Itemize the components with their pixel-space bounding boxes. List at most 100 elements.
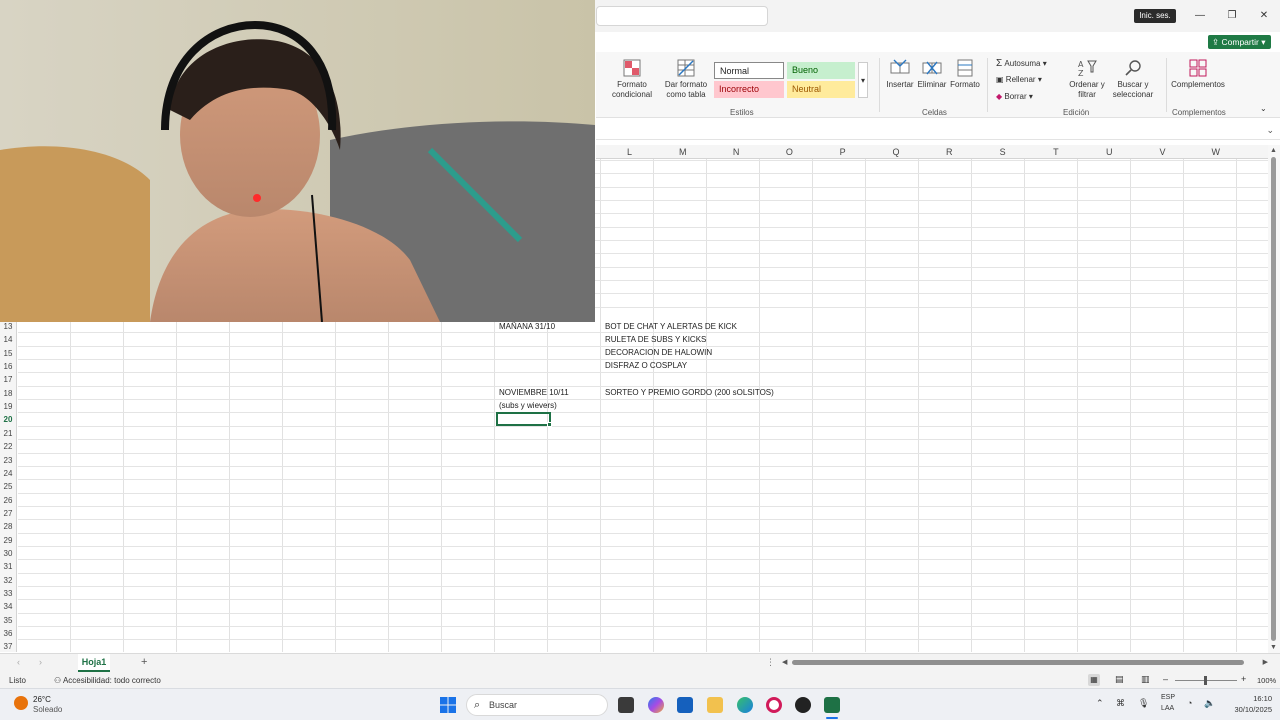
vertical-scroll-thumb[interactable]	[1271, 157, 1276, 641]
column-header-p[interactable]: P	[816, 145, 869, 159]
style-good[interactable]: Bueno	[787, 62, 855, 79]
network-icon[interactable]: ⌘	[1116, 698, 1125, 709]
row-header-28[interactable]: 28	[0, 520, 16, 533]
tab-split-handle[interactable]: ⋮	[766, 657, 775, 668]
cell-roulette[interactable]: RULETA DE SUBS Y KICKS	[605, 334, 706, 345]
sheet-tab-hoja1[interactable]: Hoja1	[78, 654, 110, 672]
row-header-33[interactable]: 33	[0, 587, 16, 600]
fill-button[interactable]: ▣ Rellenar ▾	[996, 75, 1042, 84]
page-break-view-icon[interactable]: ▥	[1141, 674, 1150, 685]
cell-date-noviembre-10[interactable]: NOVIEMBRE 10/11	[499, 387, 569, 398]
close-button[interactable]: ✕	[1252, 6, 1276, 26]
weather-desc[interactable]: Soleado	[33, 705, 62, 714]
maximize-button[interactable]: ❐	[1220, 6, 1244, 26]
task-view-icon[interactable]	[618, 697, 634, 713]
sort-filter-button[interactable]: A Z Ordenar y filtrar	[1068, 58, 1106, 100]
sheet-prev-icon[interactable]: ‹	[17, 657, 20, 667]
conditional-format-button[interactable]: Formato condicional	[606, 58, 658, 100]
autosum-button[interactable]: Σ Autosuma ▾	[996, 58, 1047, 69]
formula-bar[interactable]: ⌄	[596, 124, 1280, 140]
row-header-15[interactable]: 15	[0, 347, 16, 360]
row-header-25[interactable]: 25	[0, 480, 16, 493]
row-header-16[interactable]: 16	[0, 360, 16, 373]
weather-temp[interactable]: 26°C	[33, 695, 51, 704]
obs-icon[interactable]	[795, 697, 811, 713]
ribbon-collapse-button[interactable]: ⌄	[1260, 104, 1267, 113]
row-header-24[interactable]: 24	[0, 467, 16, 480]
microphone-icon[interactable]: 🎙	[1138, 698, 1149, 709]
cell-raffle[interactable]: SORTEO Y PREMIO GORDO (200 sOLSITOS)	[605, 387, 774, 398]
column-header-m[interactable]: M	[656, 145, 709, 159]
language-primary[interactable]: ESP	[1161, 694, 1175, 701]
clock-date[interactable]: 30/10/2025	[1234, 705, 1272, 714]
row-header-37[interactable]: 37	[0, 640, 16, 653]
row-header-35[interactable]: 35	[0, 614, 16, 627]
row-header-30[interactable]: 30	[0, 547, 16, 560]
volume-icon[interactable]: 🔈	[1204, 698, 1215, 709]
add-sheet-button[interactable]: +	[141, 656, 147, 668]
cell-costume[interactable]: DISFRAZ O COSPLAY	[605, 360, 687, 371]
cell-subs-viewers[interactable]: (subs y wievers)	[499, 400, 557, 411]
cell-decoration[interactable]: DECORACION DE HALOWIN	[605, 347, 712, 358]
chevron-down-icon[interactable]: ⌄	[1266, 125, 1274, 136]
column-header-r[interactable]: R	[923, 145, 976, 159]
row-header-23[interactable]: 23	[0, 454, 16, 467]
minimize-button[interactable]: —	[1188, 6, 1212, 26]
insert-cells-button[interactable]: Insertar	[884, 58, 916, 90]
clear-button[interactable]: ◆ Borrar ▾	[996, 92, 1033, 101]
scroll-right-icon[interactable]: ▶	[1263, 658, 1268, 666]
language-secondary[interactable]: LAA	[1161, 705, 1174, 712]
styles-gallery-expand[interactable]: ▾	[858, 62, 868, 98]
windows-start-icon[interactable]	[440, 697, 456, 713]
column-header-l[interactable]: L	[603, 145, 656, 159]
weather-icon[interactable]	[14, 696, 28, 710]
row-header-26[interactable]: 26	[0, 494, 16, 507]
style-neutral[interactable]: Neutral	[787, 81, 855, 98]
row-header-21[interactable]: 21	[0, 427, 16, 440]
column-header-o[interactable]: O	[763, 145, 816, 159]
share-button[interactable]: ⇪ Compartir ▾	[1208, 35, 1271, 49]
column-header-q[interactable]: Q	[870, 145, 923, 159]
column-header-t[interactable]: T	[1029, 145, 1082, 159]
sign-in-button[interactable]: Inic. ses.	[1134, 9, 1176, 23]
cell-date-noviembre-31[interactable]: MAÑANA 31/10	[499, 321, 555, 332]
find-select-button[interactable]: Buscar y seleccionar	[1108, 58, 1158, 100]
wifi-icon[interactable]: ◔	[1187, 698, 1192, 708]
row-header-29[interactable]: 29	[0, 534, 16, 547]
store-icon[interactable]	[677, 697, 693, 713]
excel-taskbar-icon[interactable]	[824, 697, 840, 713]
row-header-27[interactable]: 27	[0, 507, 16, 520]
zoom-in-icon[interactable]: +	[1241, 674, 1246, 684]
zoom-slider[interactable]	[1175, 676, 1237, 685]
row-header-22[interactable]: 22	[0, 440, 16, 453]
row-header-14[interactable]: 14	[0, 333, 16, 346]
accessibility-status[interactable]: ⚇ Accesibilidad: todo correcto	[54, 676, 161, 685]
row-header-34[interactable]: 34	[0, 600, 16, 613]
page-layout-view-icon[interactable]: ▤	[1115, 674, 1124, 685]
column-header-v[interactable]: V	[1136, 145, 1189, 159]
column-header-n[interactable]: N	[710, 145, 763, 159]
sheet-next-icon[interactable]: ›	[39, 657, 42, 667]
row-header-31[interactable]: 31	[0, 560, 16, 573]
file-explorer-icon[interactable]	[707, 697, 723, 713]
cell-chat-bot[interactable]: BOT DE CHAT Y ALERTAS DE KICK	[605, 321, 737, 332]
row-header-19[interactable]: 19	[0, 400, 16, 413]
row-header-36[interactable]: 36	[0, 627, 16, 640]
row-header-20[interactable]: 20	[0, 413, 16, 426]
scroll-left-icon[interactable]: ◀	[782, 658, 787, 666]
style-normal[interactable]: Normal	[714, 62, 784, 79]
copilot-icon[interactable]	[648, 697, 664, 713]
column-header-w[interactable]: W	[1189, 145, 1242, 159]
zoom-level[interactable]: 100%	[1257, 676, 1276, 685]
column-header-u[interactable]: U	[1083, 145, 1136, 159]
row-header-18[interactable]: 18	[0, 387, 16, 400]
normal-view-icon[interactable]: ▦	[1088, 674, 1100, 686]
delete-cells-button[interactable]: Eliminar	[916, 58, 948, 90]
taskbar-search-box[interactable]: ⌕ Buscar	[466, 694, 608, 716]
opera-gx-icon[interactable]	[766, 697, 782, 713]
zoom-out-icon[interactable]: –	[1163, 674, 1168, 684]
scroll-down-icon[interactable]: ▼	[1270, 644, 1277, 651]
column-header-s[interactable]: S	[976, 145, 1029, 159]
format-as-table-button[interactable]: Dar formato como tabla	[658, 58, 714, 100]
format-cells-button[interactable]: Formato	[949, 58, 981, 90]
